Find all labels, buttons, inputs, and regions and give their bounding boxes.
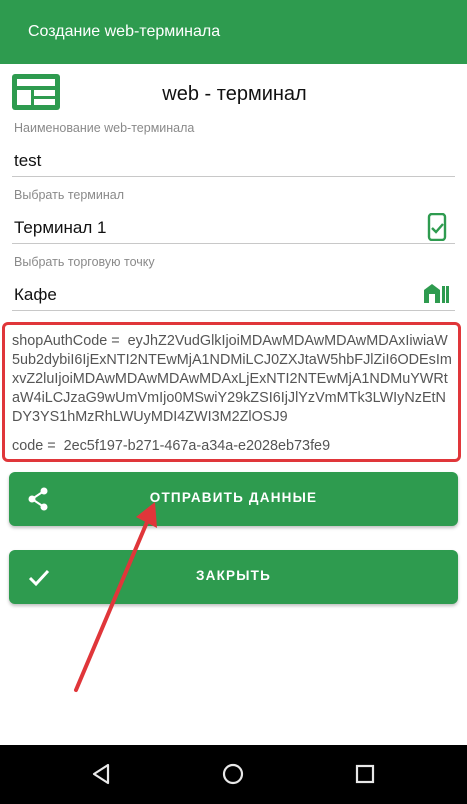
app-bar-title: Создание web-терминала bbox=[28, 23, 221, 40]
point-select-field[interactable]: Выбрать торговую точку Кафе bbox=[12, 254, 455, 312]
screen-title: web - терминал bbox=[162, 83, 307, 105]
close-label: ЗАКРЫТЬ bbox=[195, 568, 272, 583]
field-underline bbox=[12, 243, 455, 244]
system-nav-bar bbox=[0, 745, 467, 804]
screen-header: web - терминал bbox=[0, 64, 467, 120]
terminal-name-input[interactable]: test bbox=[12, 150, 455, 172]
code-label: code = bbox=[12, 438, 56, 454]
point-select-label: Выбрать торговую точку bbox=[14, 255, 155, 269]
send-data-label: ОТПРАВИТЬ ДАННЫЕ bbox=[149, 490, 318, 505]
terminal-select-label: Выбрать терминал bbox=[14, 188, 125, 202]
phone-check-icon[interactable] bbox=[425, 213, 449, 241]
field-underline bbox=[12, 310, 455, 311]
code-line: code = 2ec5f197-b271-467a-a34a-e2028eb73… bbox=[12, 437, 452, 456]
shop-auth-code: shopAuthCode = eyJhZ2VudGlkIjoiMDAwMDAwM… bbox=[12, 332, 452, 424]
terminal-select-value[interactable]: Терминал 1 bbox=[12, 217, 455, 239]
close-button[interactable]: ЗАКРЫТЬ bbox=[9, 550, 458, 604]
field-underline bbox=[12, 176, 455, 177]
terminal-name-label: Наименование web-терминала bbox=[14, 121, 195, 135]
terminal-select-field[interactable]: Выбрать терминал Терминал 1 bbox=[12, 187, 455, 245]
home-icon[interactable] bbox=[222, 763, 244, 785]
point-select-value[interactable]: Кафе bbox=[12, 284, 455, 306]
app-bar: Создание web-терминала bbox=[0, 0, 467, 64]
codes-panel: shopAuthCode = eyJhZ2VudGlkIjoiMDAwMDAwM… bbox=[2, 322, 461, 462]
recents-icon[interactable] bbox=[354, 763, 376, 785]
code-value: 2ec5f197-b271-467a-a34a-e2028eb73fe9 bbox=[63, 438, 331, 454]
send-data-button[interactable]: ОТПРАВИТЬ ДАННЫЕ bbox=[9, 472, 458, 526]
terminal-name-field[interactable]: Наименование web-терминала test bbox=[12, 120, 455, 178]
back-icon[interactable] bbox=[90, 763, 112, 785]
shop-auth-code-label: shopAuthCode = bbox=[12, 333, 120, 349]
shop-icon[interactable] bbox=[423, 282, 449, 304]
